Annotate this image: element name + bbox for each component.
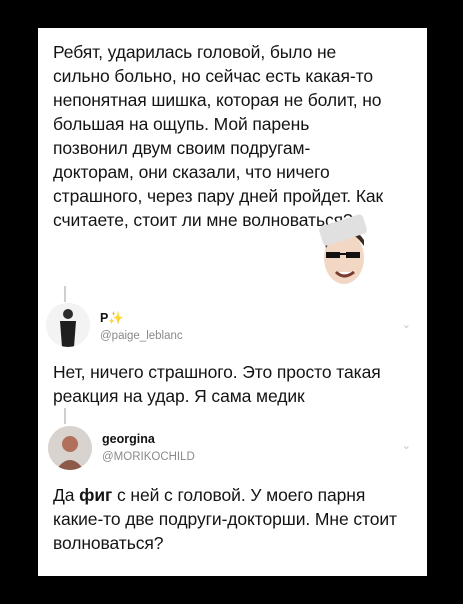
chevron-down-icon[interactable]: ⌄: [402, 439, 411, 452]
reply2-name[interactable]: georgina: [102, 432, 155, 446]
reply2-text-bold: фиг: [79, 485, 113, 505]
chevron-down-icon[interactable]: ⌄: [402, 318, 411, 331]
deal-with-it-sticker: [319, 214, 367, 284]
post-text: Ребят, ударилась головой, было не сильно…: [53, 42, 384, 230]
avatar-photo: [46, 303, 90, 347]
reply1-text: Нет, ничего страшного. Это просто такая …: [53, 362, 381, 406]
reply2-text-before: Да: [53, 485, 80, 505]
reply2-handle[interactable]: @MORIKOCHILD: [102, 451, 195, 463]
reply2-text: Да фиг с ней с головой. У моего парня ка…: [53, 483, 418, 555]
reply1-name[interactable]: P✨: [100, 311, 124, 326]
reply1-handle[interactable]: @paige_leblanc: [100, 330, 183, 342]
thread-line: [64, 408, 66, 424]
avatar-photo: [48, 426, 92, 470]
screenshot-card: Ребят, ударилась головой, было не сильно…: [38, 28, 427, 576]
avatar[interactable]: [46, 303, 90, 347]
avatar[interactable]: [48, 426, 92, 470]
thread-line: [64, 286, 66, 302]
